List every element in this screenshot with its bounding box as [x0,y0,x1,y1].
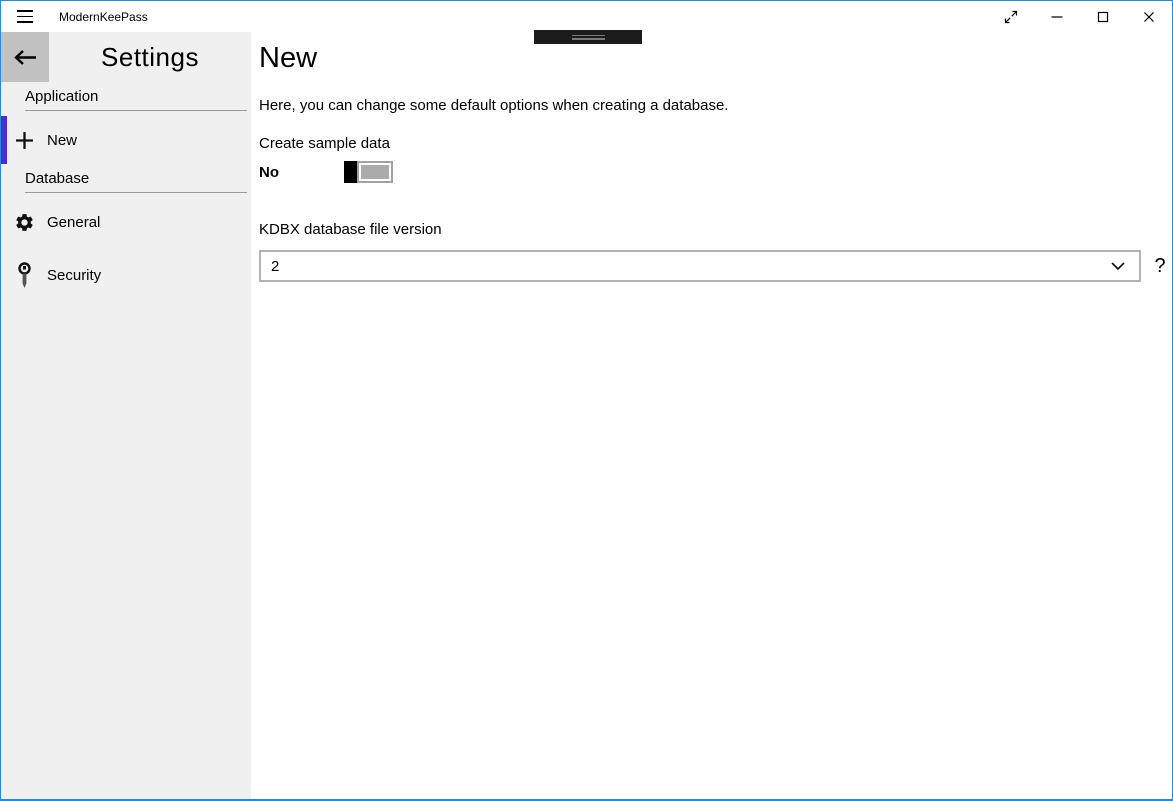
sample-data-toggle[interactable] [344,161,393,183]
help-indicator[interactable]: ? [1152,255,1168,278]
app-title: ModernKeePass [59,10,148,24]
toggle-knob [344,161,357,183]
page-description: Here, you can change some default option… [259,97,1168,114]
sidebar-item-general[interactable]: General [1,198,251,246]
hamburger-lines [17,10,33,23]
app-body: Settings Application New Database [1,32,1172,799]
window-controls [988,1,1172,32]
kdbx-version-dropdown[interactable]: 2 [259,250,1141,282]
sidebar-item-label: New [47,132,77,149]
plus-icon [1,131,47,150]
sidebar-item-new[interactable]: New [1,116,251,164]
selected-accent-bar [1,116,7,164]
fullscreen-icon[interactable] [988,1,1034,32]
settings-title: Settings [49,32,251,82]
dropdown-selected-value: 2 [271,258,1111,275]
hamburger-menu-icon[interactable] [1,1,49,32]
maximize-icon[interactable] [1080,1,1126,32]
key-icon [1,262,47,289]
back-arrow-icon [13,49,38,66]
back-button[interactable] [1,32,49,82]
sidebar-item-label: Security [47,267,101,284]
minimize-icon[interactable] [1034,1,1080,32]
settings-page-new: New Here, you can change some default op… [251,32,1172,799]
toggle-track [357,161,393,183]
sample-data-label: Create sample data [259,135,1168,152]
sidebar-item-label: General [47,214,100,231]
settings-sidebar: Settings Application New Database [1,32,251,799]
sidebar-item-security[interactable]: Security [1,251,251,299]
grip-handle-icon[interactable] [534,30,642,44]
chevron-down-icon [1111,262,1125,270]
toggle-state-label: No [259,164,344,181]
close-icon[interactable] [1126,1,1172,32]
gear-icon [1,212,47,233]
sidebar-header: Settings [1,32,251,82]
section-header-application: Application [25,88,247,111]
sample-data-row: No [259,161,1168,183]
kdbx-version-label: KDBX database file version [259,221,1168,238]
kdbx-version-row: 2 ? [259,250,1168,282]
app-window: ModernKeePass [0,0,1173,801]
page-title: New [259,42,1168,75]
section-header-database: Database [25,170,247,193]
titlebar: ModernKeePass [1,1,1172,32]
